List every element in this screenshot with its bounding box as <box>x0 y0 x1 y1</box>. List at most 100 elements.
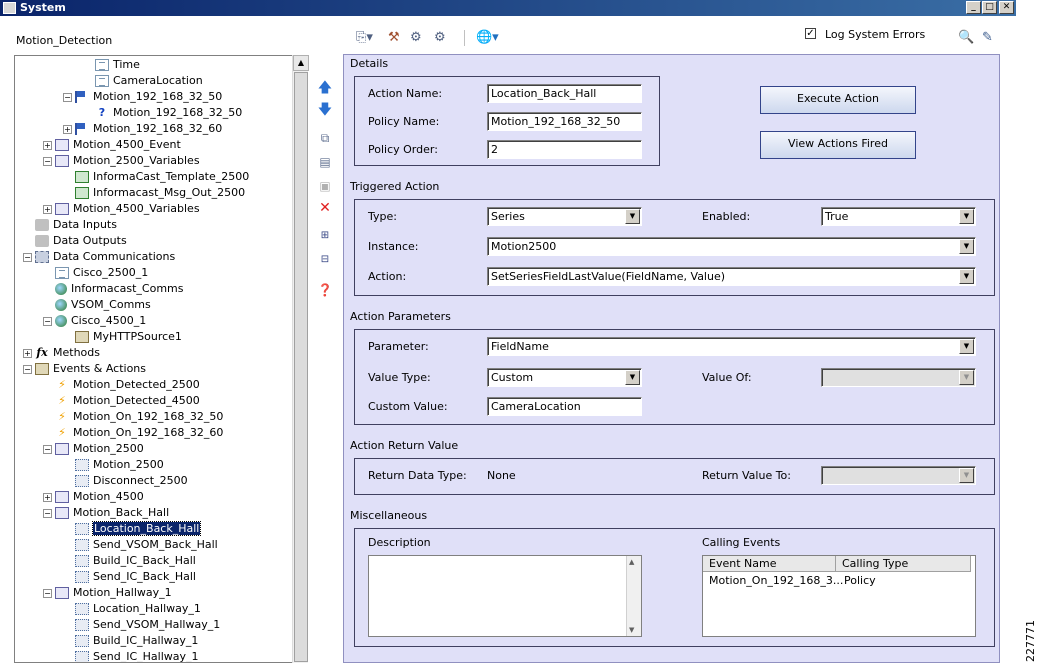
tree-node[interactable]: Location_Back_Hall <box>63 521 202 537</box>
scroll-thumb[interactable] <box>294 72 308 662</box>
tree-node[interactable]: Informacast_Msg_Out_2500 <box>63 185 245 201</box>
collapse-icon[interactable]: − <box>23 364 32 374</box>
calling-events-table[interactable]: Event Name Calling Type Motion_On_192_16… <box>702 555 976 637</box>
tree-node[interactable]: + Motion_192_168_32_60 <box>63 121 222 137</box>
tree-node[interactable]: Send_IC_Hallway_1 <box>63 649 199 662</box>
tree-node[interactable]: CameraLocation <box>83 73 203 89</box>
collapse-icon[interactable]: ⊟ <box>313 250 337 270</box>
column-header-calling-type[interactable]: Calling Type <box>836 556 971 572</box>
tree-node[interactable]: MyHTTPSource1 <box>63 329 182 345</box>
collapse-icon[interactable]: − <box>43 156 52 166</box>
tree-node[interactable]: Send_VSOM_Back_Hall <box>63 537 218 553</box>
tree-node[interactable]: + Motion_4500_Variables <box>43 201 200 217</box>
tree-node[interactable]: Time <box>83 57 140 73</box>
policy-name-field[interactable]: Motion_192_168_32_50 <box>487 112 642 131</box>
description-scrollbar[interactable]: ▲ ▼ <box>626 556 641 636</box>
minimize-button[interactable]: _ <box>966 1 981 14</box>
execute-action-button[interactable]: Execute Action <box>760 86 916 114</box>
tree-node[interactable]: Build_IC_Back_Hall <box>63 553 196 569</box>
tree-node[interactable]: + Motion_4500_Event <box>43 137 181 153</box>
collapse-icon[interactable]: − <box>43 508 52 518</box>
move-down-icon[interactable]: 🡇 <box>313 100 337 120</box>
collapse-icon[interactable]: − <box>43 588 52 598</box>
tree-node[interactable]: ⚡ Motion_Detected_4500 <box>43 393 200 409</box>
tree-node[interactable]: Location_Hallway_1 <box>63 601 201 617</box>
tool-c-icon[interactable]: ⚙ <box>434 28 446 48</box>
tree-node[interactable]: Informacast_Comms <box>43 281 184 297</box>
globe-menu-icon[interactable]: 🌐▾ <box>476 28 499 48</box>
tree-node[interactable]: Data Outputs <box>23 233 127 249</box>
system-tree[interactable]: Time CameraLocation − Motion_192_168_32_50?… <box>14 55 308 663</box>
enabled-dropdown[interactable]: True ▼ <box>821 207 976 226</box>
tree-node[interactable]: Send_VSOM_Hallway_1 <box>63 617 220 633</box>
expand-icon[interactable]: ⊞ <box>313 226 337 246</box>
custom-value-field[interactable]: CameraLocation <box>487 397 642 416</box>
action-dropdown[interactable]: SetSeriesFieldLastValue(FieldName, Value… <box>487 267 976 286</box>
chevron-down-icon[interactable]: ▼ <box>959 209 974 224</box>
tool-a-icon[interactable]: ⚒ <box>388 28 400 48</box>
tree-node[interactable]: − Cisco_4500_1 <box>43 313 146 329</box>
maximize-button[interactable]: □ <box>982 1 997 14</box>
chevron-down-icon[interactable]: ▼ <box>625 370 640 385</box>
value-type-dropdown[interactable]: Custom ▼ <box>487 368 642 387</box>
policy-order-field[interactable]: 2 <box>487 140 642 159</box>
help-icon[interactable]: ❓ <box>313 280 337 300</box>
tree-node[interactable]: Data Inputs <box>23 217 117 233</box>
print-preview-icon[interactable]: 🔍 <box>958 28 974 48</box>
expand-icon[interactable]: + <box>43 140 52 150</box>
expand-icon[interactable]: + <box>43 492 52 502</box>
paste-icon[interactable]: ▤ <box>313 152 337 172</box>
type-dropdown[interactable]: Series ▼ <box>487 207 642 226</box>
copy-icon[interactable]: ⧉ <box>313 128 337 148</box>
scroll-down-icon[interactable]: ▼ <box>629 626 634 634</box>
scroll-up-icon[interactable]: ▲ <box>293 55 309 71</box>
log-errors-checkbox[interactable]: ✓ <box>805 28 816 39</box>
collapse-icon[interactable]: − <box>43 444 52 454</box>
chevron-down-icon[interactable]: ▼ <box>959 269 974 284</box>
table-cell-event-name[interactable]: Motion_On_192_168_3... <box>709 574 843 587</box>
table-cell-calling-type[interactable]: Policy <box>844 574 876 587</box>
expand-icon[interactable]: + <box>63 124 72 134</box>
chevron-down-icon[interactable]: ▼ <box>625 209 640 224</box>
collapse-icon[interactable]: − <box>23 252 32 262</box>
close-button[interactable]: ✕ <box>999 1 1014 14</box>
view-actions-fired-button[interactable]: View Actions Fired <box>760 131 916 159</box>
tree-node[interactable]: ⚡ Motion_Detected_2500 <box>43 377 200 393</box>
tree-node[interactable]: − Data Communications <box>23 249 175 265</box>
scroll-up-icon[interactable]: ▲ <box>629 558 634 566</box>
move-up-icon[interactable]: 🡅 <box>313 78 337 98</box>
tree-node[interactable]: Motion_2500 <box>63 457 164 473</box>
tree-node[interactable]: Cisco_2500_1 <box>43 265 148 281</box>
new-item-icon[interactable]: ⎘▾ <box>356 28 373 48</box>
parameter-dropdown[interactable]: FieldName ▼ <box>487 337 976 356</box>
chevron-down-icon[interactable]: ▼ <box>959 239 974 254</box>
tree-node[interactable]: − Motion_Hallway_1 <box>43 585 172 601</box>
tree-node[interactable]: InformaCast_Template_2500 <box>63 169 249 185</box>
tree-node[interactable]: Disconnect_2500 <box>63 473 188 489</box>
description-textarea[interactable]: ▲ ▼ <box>368 555 642 637</box>
tree-node[interactable]: − Motion_Back_Hall <box>43 505 169 521</box>
action-name-field[interactable]: Location_Back_Hall <box>487 84 642 103</box>
tree-node[interactable]: ⚡ Motion_On_192_168_32_60 <box>43 425 223 441</box>
tree-node[interactable]: ⚡ Motion_On_192_168_32_50 <box>43 409 223 425</box>
tree-node[interactable]: Send_IC_Back_Hall <box>63 569 196 585</box>
collapse-icon[interactable]: − <box>43 316 52 326</box>
tree-node[interactable]: − Events & Actions <box>23 361 146 377</box>
chevron-down-icon[interactable]: ▼ <box>959 339 974 354</box>
expand-icon[interactable]: + <box>23 348 32 358</box>
tree-node[interactable]: + fx Methods <box>23 345 100 361</box>
tree-node[interactable]: + Motion_4500 <box>43 489 144 505</box>
tree-node[interactable]: − Motion_192_168_32_50 <box>63 89 222 105</box>
tool-b-icon[interactable]: ⚙ <box>410 28 422 48</box>
tree-scrollbar[interactable]: ▲ <box>292 55 309 663</box>
edit-document-icon[interactable]: ✎ <box>982 28 993 48</box>
tree-node[interactable]: ? Motion_192_168_32_50 <box>83 105 242 121</box>
delete-icon[interactable]: ✕ <box>313 198 337 218</box>
instance-dropdown[interactable]: Motion2500 ▼ <box>487 237 976 256</box>
tree-node[interactable]: − Motion_2500_Variables <box>43 153 200 169</box>
expand-icon[interactable]: + <box>43 204 52 214</box>
column-header-event-name[interactable]: Event Name <box>703 556 836 572</box>
tree-node[interactable]: VSOM_Comms <box>43 297 151 313</box>
tree-node[interactable]: Build_IC_Hallway_1 <box>63 633 198 649</box>
collapse-icon[interactable]: − <box>63 92 72 102</box>
